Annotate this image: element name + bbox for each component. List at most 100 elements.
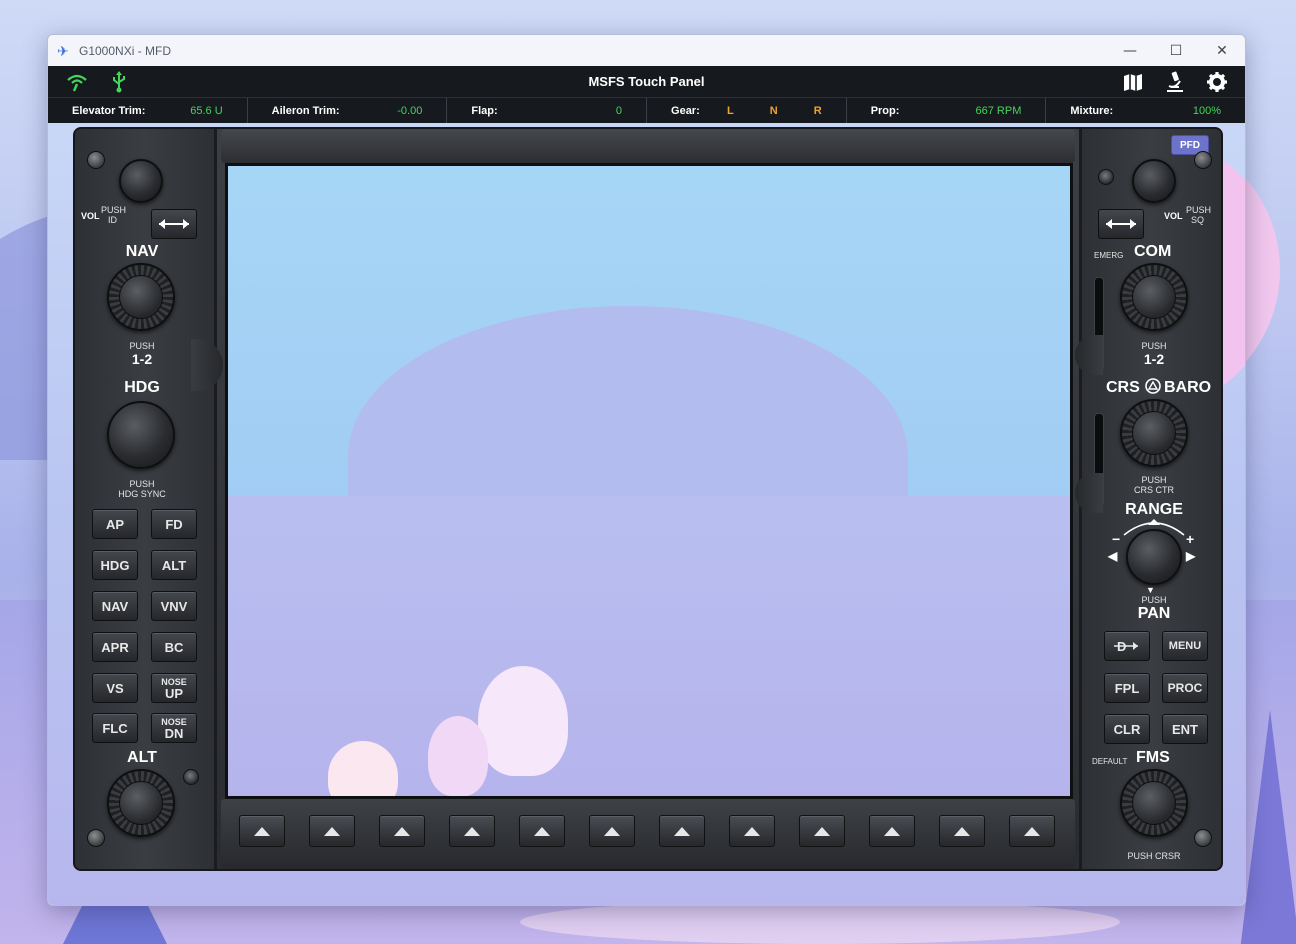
ap-button[interactable]: AP bbox=[92, 509, 138, 539]
up-triangle-icon bbox=[604, 826, 620, 836]
screw bbox=[87, 829, 105, 847]
com-volume-knob[interactable] bbox=[1132, 159, 1176, 203]
display-tree bbox=[428, 716, 488, 796]
nav-outer-knob[interactable] bbox=[107, 263, 175, 331]
softkey-3[interactable] bbox=[379, 815, 425, 847]
signal-icon[interactable] bbox=[66, 71, 88, 93]
prop-readout: Prop: 667 RPM bbox=[847, 98, 1047, 123]
com-push-label: PUSH bbox=[1141, 341, 1167, 351]
hdg-button[interactable]: HDG bbox=[92, 550, 138, 580]
minimize-button[interactable]: — bbox=[1107, 35, 1153, 66]
gear-label: Gear: bbox=[671, 104, 700, 117]
maximize-button[interactable]: ☐ bbox=[1153, 35, 1199, 66]
microscope-icon[interactable] bbox=[1163, 70, 1187, 94]
range-pan-knob[interactable] bbox=[1126, 529, 1182, 585]
direct-to-button[interactable]: D bbox=[1104, 631, 1150, 661]
pan-push-label: PUSH bbox=[1141, 595, 1167, 605]
indicator-light bbox=[1098, 169, 1114, 185]
gear-indicators: L N R bbox=[727, 105, 822, 117]
crs-baro-outer-knob[interactable] bbox=[1120, 399, 1188, 467]
elevator-trim-readout: Elevator Trim: 65.6 U bbox=[48, 98, 248, 123]
apr-button[interactable]: APR bbox=[92, 632, 138, 662]
nose-dn-button[interactable]: NOSE DN bbox=[151, 713, 197, 743]
mfd-display[interactable] bbox=[225, 163, 1073, 799]
indicator-light bbox=[183, 769, 199, 785]
softkey-12[interactable] bbox=[1009, 815, 1055, 847]
screw bbox=[87, 151, 105, 169]
proc-button[interactable]: PROC bbox=[1162, 673, 1208, 703]
alt-button[interactable]: ALT bbox=[151, 550, 197, 580]
fd-button[interactable]: FD bbox=[151, 509, 197, 539]
left-bezel: VOL PUSH ID NAV PUSH 1-2 HDG PUSH HDG SY… bbox=[75, 129, 217, 869]
softkey-11[interactable] bbox=[939, 815, 985, 847]
hdg-title: HDG bbox=[124, 379, 160, 396]
close-button[interactable]: ✕ bbox=[1199, 35, 1245, 66]
crs-ctr-label: CRS CTR bbox=[1134, 485, 1174, 495]
fms-title: FMS bbox=[1136, 749, 1170, 766]
elevator-trim-value: 65.6 U bbox=[190, 104, 223, 117]
wallpaper-lake bbox=[520, 900, 1120, 944]
nav-swap-button[interactable] bbox=[151, 209, 197, 239]
mixture-readout: Mixture: 100% bbox=[1046, 98, 1245, 123]
emerg-label: EMERG bbox=[1094, 251, 1124, 260]
flc-button[interactable]: FLC bbox=[92, 713, 138, 743]
softkey-1[interactable] bbox=[239, 815, 285, 847]
dn-label: DN bbox=[164, 726, 184, 741]
gear-readout: Gear: L N R bbox=[647, 98, 847, 123]
up-triangle-icon bbox=[534, 826, 550, 836]
vnv-button[interactable]: VNV bbox=[151, 591, 197, 621]
softkey-4[interactable] bbox=[449, 815, 495, 847]
up-triangle-icon bbox=[1024, 826, 1040, 836]
softkey-7[interactable] bbox=[659, 815, 705, 847]
up-triangle-icon bbox=[464, 826, 480, 836]
clr-button[interactable]: CLR bbox=[1104, 714, 1150, 744]
fpl-button[interactable]: FPL bbox=[1104, 673, 1150, 703]
vs-button[interactable]: VS bbox=[92, 673, 138, 703]
up-triangle-icon bbox=[394, 826, 410, 836]
softkey-5[interactable] bbox=[519, 815, 565, 847]
pan-right-icon[interactable]: ▶ bbox=[1186, 549, 1195, 563]
up-triangle-icon bbox=[954, 826, 970, 836]
up-triangle-icon bbox=[254, 826, 270, 836]
toolbar-actions bbox=[1121, 70, 1245, 94]
fms-inner-knob[interactable] bbox=[1132, 781, 1176, 825]
usb-icon[interactable] bbox=[108, 70, 130, 93]
map-icon[interactable] bbox=[1121, 70, 1145, 94]
softkey-8[interactable] bbox=[729, 815, 775, 847]
bc-button[interactable]: BC bbox=[151, 632, 197, 662]
nose-up-button[interactable]: NOSE UP bbox=[151, 673, 197, 703]
crs-baro-inner-knob[interactable] bbox=[1132, 411, 1176, 455]
hdg-knob[interactable] bbox=[107, 401, 175, 469]
menu-button[interactable]: MENU bbox=[1162, 631, 1208, 661]
alt-outer-knob[interactable] bbox=[107, 769, 175, 837]
softkey-9[interactable] bbox=[799, 815, 845, 847]
ent-button[interactable]: ENT bbox=[1162, 714, 1208, 744]
crs-label: CRS bbox=[1106, 379, 1140, 396]
flap-readout: Flap: 0 bbox=[447, 98, 648, 123]
softkeys bbox=[239, 815, 1055, 847]
com-inner-knob[interactable] bbox=[1132, 275, 1176, 319]
com-outer-knob[interactable] bbox=[1120, 263, 1188, 331]
com-swap-button[interactable] bbox=[1098, 209, 1144, 239]
nav-volume-knob[interactable] bbox=[119, 159, 163, 203]
softkey-6[interactable] bbox=[589, 815, 635, 847]
push-label: PUSH bbox=[101, 205, 127, 215]
softkey-10[interactable] bbox=[869, 815, 915, 847]
gear-right-indicator: R bbox=[813, 104, 822, 117]
airplane-icon: ✈ bbox=[57, 42, 69, 59]
alt-inner-knob[interactable] bbox=[119, 781, 163, 825]
sim-data-bar: Elevator Trim: 65.6 U Aileron Trim: -0.0… bbox=[48, 97, 1245, 123]
nav-inner-knob[interactable] bbox=[119, 275, 163, 319]
baro-label: BARO bbox=[1164, 379, 1212, 396]
gear-icon[interactable] bbox=[1205, 70, 1229, 94]
mfd-panel-area: VOL PUSH ID NAV PUSH 1-2 HDG PUSH HDG SY… bbox=[48, 123, 1245, 905]
alt-title: ALT bbox=[127, 749, 157, 766]
fms-outer-knob[interactable] bbox=[1120, 769, 1188, 837]
nav-button[interactable]: NAV bbox=[92, 591, 138, 621]
bezel-tab bbox=[191, 339, 223, 391]
softkey-2[interactable] bbox=[309, 815, 355, 847]
pan-left-icon[interactable]: ◀ bbox=[1108, 549, 1117, 563]
pan-down-icon[interactable]: ▼ bbox=[1146, 585, 1155, 595]
up-triangle-icon bbox=[744, 826, 760, 836]
baro-adjust-icon bbox=[1144, 377, 1162, 400]
